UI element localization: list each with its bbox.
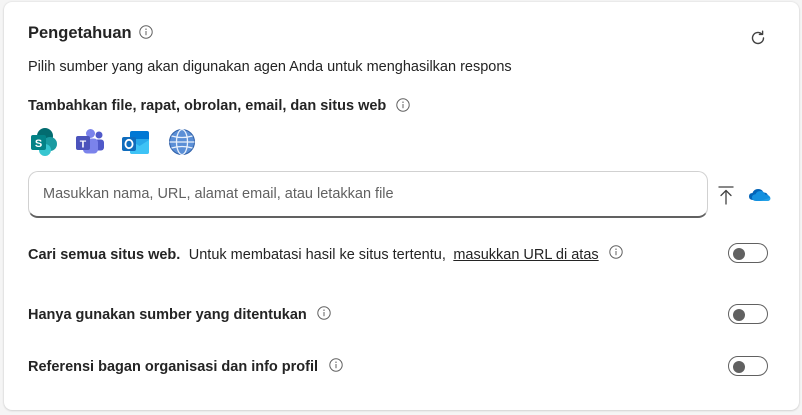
refresh-button[interactable]	[748, 28, 768, 48]
specified-sources-label: Hanya gunakan sumber yang ditentukan	[28, 307, 307, 323]
info-icon[interactable]	[317, 306, 331, 320]
svg-text:S: S	[35, 138, 42, 150]
enter-url-link[interactable]: masukkan URL di atas	[453, 247, 598, 263]
section-description: Pilih sumber yang akan digunakan agen An…	[28, 59, 512, 75]
toggle-knob	[733, 361, 745, 373]
section-header: Pengetahuan	[28, 24, 153, 43]
toggle-knob	[733, 248, 745, 260]
sharepoint-icon[interactable]: S	[28, 126, 60, 158]
outlook-icon[interactable]	[120, 126, 152, 158]
info-icon[interactable]	[328, 358, 343, 372]
upload-icon	[718, 186, 734, 205]
globe-icon[interactable]	[166, 126, 198, 158]
add-sources-label: Tambahkan file, rapat, obrolan, email, d…	[28, 98, 387, 114]
source-input-container	[28, 171, 708, 218]
toggle-knob	[733, 309, 745, 321]
section-title: Pengetahuan	[28, 24, 132, 42]
search-web-text: Untuk membatasi hasil ke situs tertentu,	[188, 247, 446, 263]
svg-text:T: T	[80, 139, 87, 151]
specified-sources-setting: Hanya gunakan sumber yang ditentukan	[28, 306, 331, 324]
org-chart-label: Referensi bagan organisasi dan info prof…	[28, 359, 319, 375]
source-input[interactable]	[29, 172, 707, 216]
teams-icon[interactable]: T	[74, 126, 106, 158]
search-web-toggle[interactable]	[728, 243, 768, 263]
refresh-icon	[751, 30, 765, 45]
onedrive-icon	[749, 189, 771, 201]
specified-sources-toggle[interactable]	[728, 304, 768, 324]
add-sources-header: Tambahkan file, rapat, obrolan, email, d…	[28, 97, 411, 114]
info-icon[interactable]	[139, 25, 153, 39]
org-chart-setting: Referensi bagan organisasi dan info prof…	[28, 358, 343, 376]
onedrive-button[interactable]	[748, 187, 772, 203]
knowledge-card: Pengetahuan Pilih sumber yang akan digun…	[4, 2, 799, 410]
upload-button[interactable]	[716, 184, 736, 206]
info-icon[interactable]	[396, 97, 411, 112]
info-icon[interactable]	[609, 245, 623, 259]
search-web-label: Cari semua situs web.	[28, 247, 181, 263]
org-chart-toggle[interactable]	[728, 356, 768, 376]
search-web-setting: Cari semua situs web. Untuk membatasi ha…	[28, 245, 623, 264]
source-icons: S T	[28, 126, 198, 158]
